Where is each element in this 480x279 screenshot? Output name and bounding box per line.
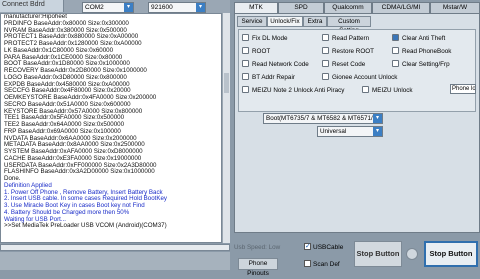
port-value: COM2 xyxy=(85,4,104,11)
scan-def-label: Scan Def xyxy=(313,261,340,268)
option-label: MEIZU Note 2 Unlock Anti Piracy xyxy=(252,87,345,94)
scrollbar-thumb[interactable] xyxy=(224,73,229,93)
option-restore-root[interactable]: Restore ROOT xyxy=(322,47,374,56)
option-gionee-account-unlock[interactable]: Gionee Account Unlock xyxy=(322,73,397,82)
log-line: FLASHINFO BaseAddr:0x3A2D00000 Size:0x10… xyxy=(4,168,155,176)
option-icon xyxy=(322,47,329,54)
right-panel: MTK SPD Qualcomm CDMA/LG/MI Mstar/W Serv… xyxy=(230,0,480,277)
option-label: BT Addr Repair xyxy=(252,74,295,81)
option-meizu-note2-unlock[interactable]: MEIZU Note 2 Unlock Anti Piracy xyxy=(242,86,344,95)
stop-button-secondary[interactable]: Stop Button xyxy=(354,241,402,267)
status-bar xyxy=(0,252,230,270)
tab-qualcomm[interactable]: Qualcomm xyxy=(324,2,372,13)
platform-value: Universal xyxy=(320,128,347,135)
progress-bar xyxy=(0,244,230,251)
option-icon xyxy=(242,73,249,80)
usb-cable-label: USBCable xyxy=(313,244,344,251)
phone-pinouts-button[interactable]: Phone Pinouts xyxy=(238,258,278,277)
option-read-pattern[interactable]: Read Pattern xyxy=(322,34,369,43)
tab-spd[interactable]: SPD xyxy=(278,2,324,13)
settings-icon[interactable] xyxy=(406,248,418,260)
option-fix-dl-mode[interactable]: Fix DL Mode xyxy=(242,34,287,43)
option-icon xyxy=(242,60,249,67)
tab-mstar[interactable]: Mstar/W xyxy=(430,2,480,13)
option-clear-anti-theft[interactable]: Clear Anti Theft xyxy=(392,34,445,43)
control-strip: Usb Speed: Low USBCable Phone Pinouts Sc… xyxy=(234,238,480,277)
stop-button[interactable]: Stop Button xyxy=(424,241,478,267)
option-label: Gionee Account Unlock xyxy=(332,74,398,81)
checkbox-icon xyxy=(304,242,311,251)
scan-def-checkbox[interactable]: Scan Def xyxy=(304,260,340,269)
usb-cable-checkbox[interactable]: USBCable xyxy=(304,242,344,252)
option-label: Fix DL Mode xyxy=(252,35,288,42)
tab-cdma-lg-mi[interactable]: CDMA/LG/MI xyxy=(372,2,430,13)
option-label: Clear Anti Theft xyxy=(402,35,446,42)
option-icon xyxy=(242,34,249,41)
option-meizu-unlock[interactable]: MEIZU Unlock xyxy=(362,86,413,95)
option-icon xyxy=(322,34,329,41)
option-bt-addr-repair[interactable]: BT Addr Repair xyxy=(242,73,295,82)
main-tabs: MTK SPD Qualcomm CDMA/LG/MI Mstar/W xyxy=(234,2,480,13)
log-line: >>Set MediaTek PreLoader USB VCOM (Andro… xyxy=(4,222,167,230)
phone-lock-field[interactable]: Phone lock xyxy=(450,84,476,94)
option-label: MEIZU Unlock xyxy=(372,87,413,94)
tab-unlock-fix[interactable]: Unlock/Fix xyxy=(267,16,303,27)
option-label: Read Pattern xyxy=(332,35,370,42)
platform-select[interactable]: Universal ▾ xyxy=(317,126,383,137)
port-select[interactable]: COM2 ▾ xyxy=(82,2,134,13)
option-read-network-code[interactable]: Read Network Code xyxy=(242,60,309,69)
option-icon xyxy=(322,60,329,67)
chevron-down-icon: ▾ xyxy=(373,127,382,136)
option-label: Reset Code xyxy=(332,61,366,68)
log-scrollbar[interactable] xyxy=(222,13,230,243)
option-read-phonebook[interactable]: Read PhoneBook xyxy=(392,47,451,56)
tab-service[interactable]: Service xyxy=(237,16,267,27)
unlock-options: Fix DL Mode Read Pattern Clear Anti Thef… xyxy=(238,29,476,112)
tab-mtk[interactable]: MTK xyxy=(234,2,278,13)
chevron-down-icon: ▾ xyxy=(196,3,205,12)
connect-strip: Connect Bdrd xyxy=(0,0,64,12)
tab-panel: Service Unlock/Fix Extra Custom Setting … xyxy=(234,13,480,233)
option-icon xyxy=(392,47,399,54)
chipset-value: Boot(MT6735/7 & MT6582 & MT6571/2) xyxy=(266,115,379,122)
option-icon xyxy=(362,86,369,93)
baud-value: 921600 xyxy=(151,4,173,11)
option-label: Read PhoneBook xyxy=(402,48,452,55)
option-clear-setting-frp[interactable]: Clear Setting/Frp xyxy=(392,60,450,69)
log-output[interactable]: manufacturer:Hipoheet PRDINFO BaseAddr:0… xyxy=(0,13,222,243)
option-icon xyxy=(242,86,249,93)
option-icon xyxy=(392,34,399,41)
tab-extra[interactable]: Extra xyxy=(303,16,327,27)
option-reset-code[interactable]: Reset Code xyxy=(322,60,365,69)
chevron-down-icon: ▾ xyxy=(373,114,382,123)
option-icon xyxy=(242,47,249,54)
usb-speed-label: Usb Speed: Low xyxy=(234,244,281,251)
connect-label: Connect Bdrd xyxy=(2,1,45,8)
option-icon xyxy=(322,73,329,80)
chipset-select[interactable]: Boot(MT6735/7 & MT6582 & MT6571/2) ▾ xyxy=(263,113,383,124)
option-label: ROOT xyxy=(252,48,271,55)
chevron-down-icon: ▾ xyxy=(124,3,133,12)
option-label: Restore ROOT xyxy=(332,48,374,55)
baud-select[interactable]: 921600 ▾ xyxy=(148,2,206,13)
checkbox-icon xyxy=(304,260,311,267)
option-label: Clear Setting/Frp xyxy=(402,61,450,68)
option-root[interactable]: ROOT xyxy=(242,47,270,56)
tab-custom-setting[interactable]: Custom Setting xyxy=(327,16,371,34)
option-icon xyxy=(392,60,399,67)
option-label: Read Network Code xyxy=(252,61,309,68)
